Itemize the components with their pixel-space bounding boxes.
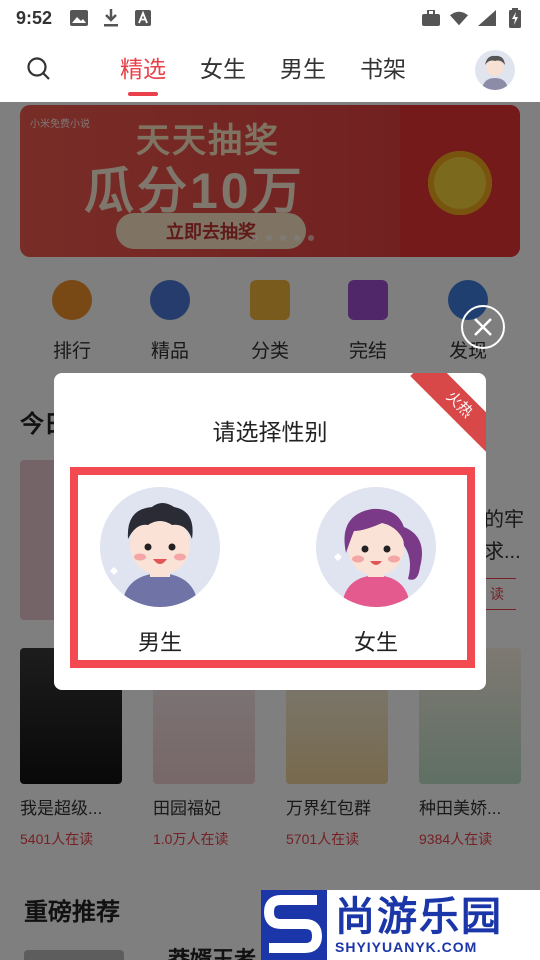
girl-avatar [316, 487, 436, 607]
tab-male[interactable]: 男生 [280, 50, 326, 96]
gender-options-box: 男生 女生 [70, 467, 475, 668]
user-avatar[interactable] [475, 50, 515, 90]
tab-bookshelf[interactable]: 书架 [360, 50, 406, 96]
close-icon[interactable] [461, 305, 505, 349]
boy-avatar [100, 487, 220, 607]
signal-icon [478, 9, 496, 27]
download-icon [102, 9, 120, 27]
gender-label-female: 女生 [353, 630, 398, 655]
watermark-logo [261, 890, 327, 960]
site-watermark: 尚游乐园 SHYIYUANYK.COM [261, 890, 540, 960]
watermark-title: 尚游乐园 [335, 895, 503, 939]
top-nav: 精选 女生 男生 书架 [0, 36, 540, 102]
watermark-url: SHYIYUANYK.COM [335, 939, 478, 955]
search-icon[interactable] [26, 56, 52, 82]
tab-female[interactable]: 女生 [200, 50, 246, 96]
wifi-icon [450, 9, 468, 27]
status-bar: 9:52 [0, 0, 540, 36]
tab-featured[interactable]: 精选 [120, 50, 166, 96]
gender-option-male[interactable]: 男生 [100, 487, 220, 657]
gender-option-female[interactable]: 女生 [316, 487, 436, 657]
status-time: 9:52 [16, 7, 53, 28]
briefcase-icon [422, 9, 440, 27]
font-icon [134, 9, 152, 27]
gender-select-dialog: 请选择性别 火热 男生 女生 [54, 373, 486, 690]
image-icon [70, 9, 89, 27]
nav-tabs: 精选 女生 男生 书架 [120, 50, 406, 96]
dialog-title: 请选择性别 [212, 419, 328, 445]
gender-label-male: 男生 [137, 630, 182, 655]
battery-charging-icon [506, 8, 524, 28]
